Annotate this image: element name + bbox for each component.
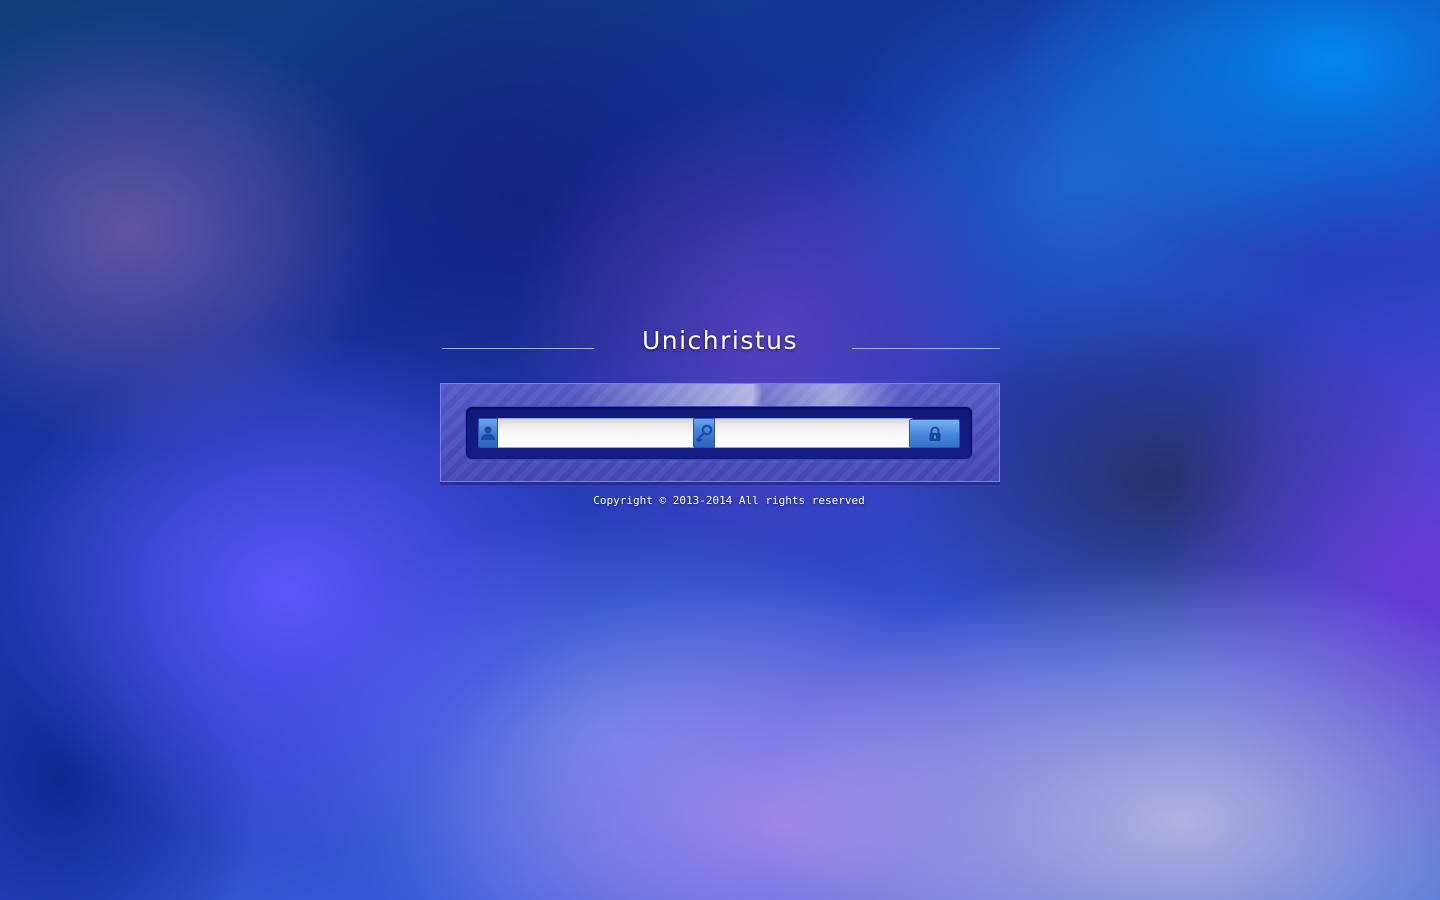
- password-field: [693, 418, 913, 448]
- copyright-notice: Copyright © 2013-2014 All rights reserve…: [593, 494, 865, 507]
- lock-icon: [927, 426, 943, 442]
- username-field: [478, 418, 696, 448]
- password-input[interactable]: [715, 418, 913, 448]
- user-icon: [478, 418, 498, 448]
- username-input[interactable]: [498, 418, 696, 448]
- login-button[interactable]: [909, 419, 960, 448]
- login-panel: [440, 383, 1000, 482]
- app-title: Unichristus: [641, 326, 799, 355]
- login-form: [465, 406, 973, 460]
- title-divider-right: [852, 348, 1000, 349]
- title-area: Unichristus: [440, 322, 1000, 366]
- key-icon: [693, 418, 715, 448]
